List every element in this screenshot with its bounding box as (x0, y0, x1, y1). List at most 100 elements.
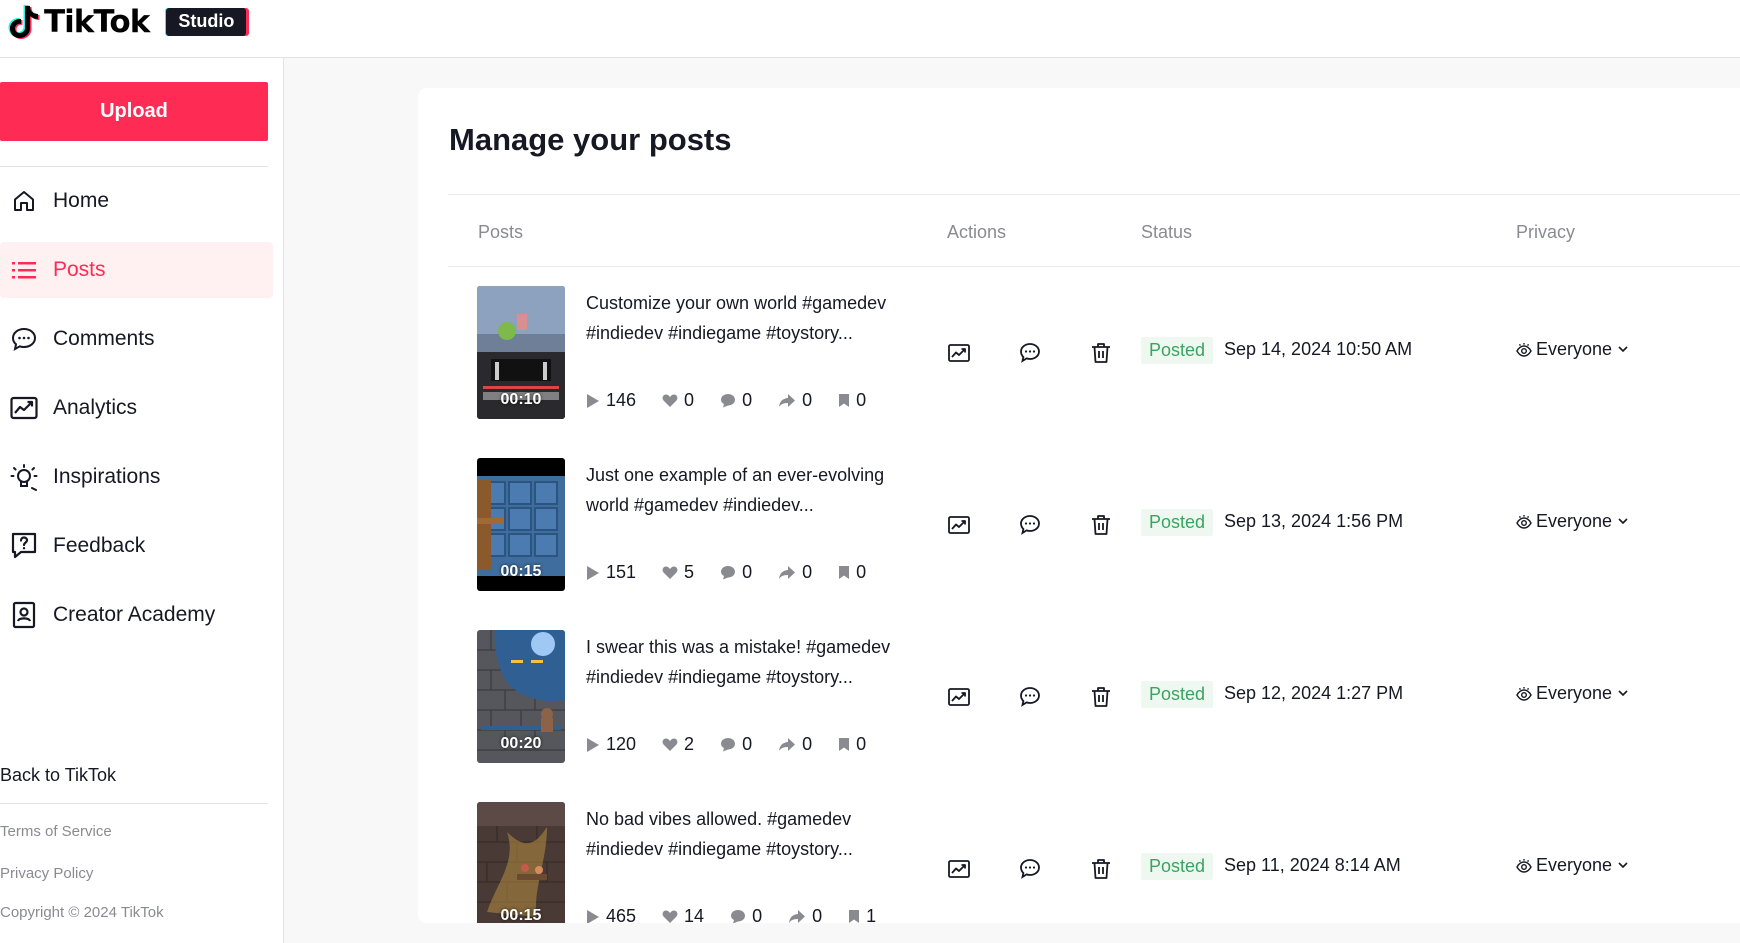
sidebar-divider (0, 166, 268, 167)
comments-action-button[interactable] (1016, 339, 1044, 367)
share-icon (789, 910, 806, 923)
comments-stat: 0 (720, 562, 752, 583)
comments-action-button[interactable] (1016, 683, 1044, 711)
column-header-posts: Posts (478, 222, 524, 242)
delete-action-button[interactable] (1087, 339, 1115, 367)
eye-icon (1516, 342, 1532, 357)
views-stat: 151 (586, 562, 636, 583)
manage-posts-panel: Manage your posts Posts Actions Status P… (418, 88, 1740, 923)
shares-count: 0 (812, 906, 823, 923)
privacy-dropdown[interactable]: Everyone (1516, 339, 1632, 360)
likes-count: 14 (684, 906, 705, 923)
post-date: Sep 12, 2024 1:27 PM (1224, 683, 1404, 703)
table-row: 00:15 No bad vibes allowed. #gamedev #in… (418, 802, 1740, 923)
tiktok-studio-logo[interactable]: TikTok Studio (8, 2, 247, 42)
views-count: 465 (606, 906, 637, 923)
caption-line: Customize your own world #gamedev (586, 293, 887, 313)
analytics-action-button[interactable] (945, 511, 973, 539)
analytics-icon (10, 394, 38, 422)
sidebar-item-label: Inspirations (53, 465, 161, 488)
top-bar: TikTok Studio (0, 0, 1740, 58)
sidebar-item-posts[interactable]: Posts (0, 242, 273, 298)
sidebar-item-analytics[interactable]: Analytics (0, 380, 273, 436)
delete-action-button[interactable] (1087, 511, 1115, 539)
privacy-dropdown[interactable]: Everyone (1516, 683, 1632, 704)
post-caption[interactable]: No bad vibes allowed. #gamedev #indiedev… (586, 804, 906, 864)
post-stats: 120 2 0 0 0 (586, 734, 892, 755)
video-thumbnail[interactable]: 00:15 (477, 458, 565, 591)
analytics-icon (948, 688, 970, 706)
sidebar-item-creator-academy[interactable]: Creator Academy (0, 587, 273, 643)
video-duration: 00:15 (500, 907, 542, 923)
comment-bubble-icon (721, 566, 736, 580)
heart-icon (662, 910, 678, 923)
back-to-tiktok-link[interactable]: Back to TikTok (0, 765, 116, 786)
sidebar-item-home[interactable]: Home (0, 173, 273, 229)
caption-line: #indiedev #indiegame #toystory... (586, 839, 853, 859)
shares-stat: 0 (778, 562, 812, 583)
privacy-value: Everyone (1536, 683, 1613, 703)
sidebar-item-label: Feedback (53, 534, 146, 557)
terms-of-service-link[interactable]: Terms of Service (0, 823, 112, 840)
privacy-dropdown[interactable]: Everyone (1516, 855, 1632, 876)
chevron-down-icon (1618, 518, 1628, 525)
analytics-action-button[interactable] (945, 683, 973, 711)
sidebar-item-inspirations[interactable]: Inspirations (0, 449, 273, 505)
table-row: 00:20 I swear this was a mistake! #gamed… (418, 630, 1740, 802)
privacy-value: Everyone (1536, 511, 1613, 531)
saves-count: 0 (856, 734, 867, 754)
caption-line: world #gamedev #indiedev... (586, 495, 814, 515)
video-duration: 00:10 (500, 391, 542, 408)
list-icon (10, 256, 38, 284)
chevron-down-icon (1618, 346, 1628, 353)
eye-icon (1516, 686, 1532, 701)
feedback-icon (10, 532, 38, 560)
post-date: Sep 11, 2024 8:14 AM (1224, 855, 1401, 875)
comment-bubble-icon (731, 910, 746, 923)
comment-bubble-icon (721, 738, 736, 752)
status-badge: Posted (1141, 509, 1214, 536)
privacy-value: Everyone (1536, 855, 1613, 875)
saves-stat: 0 (838, 734, 866, 755)
video-thumbnail[interactable]: 00:15 (477, 802, 565, 923)
studio-badge: Studio (166, 8, 247, 36)
sidebar-item-label: Creator Academy (53, 603, 216, 626)
trash-icon (1092, 515, 1110, 535)
sidebar-item-comments[interactable]: Comments (0, 311, 273, 367)
bookmark-icon (839, 738, 850, 751)
video-thumbnail[interactable]: 00:10 (477, 286, 565, 419)
video-duration: 00:20 (500, 735, 542, 752)
post-caption[interactable]: Just one example of an ever-evolving wor… (586, 460, 906, 520)
shares-stat: 0 (778, 390, 812, 411)
likes-stat: 2 (662, 734, 694, 755)
post-caption[interactable]: I swear this was a mistake! #gamedev #in… (586, 632, 906, 692)
trash-icon (1092, 343, 1110, 363)
post-caption[interactable]: Customize your own world #gamedev #indie… (586, 288, 906, 348)
privacy-dropdown[interactable]: Everyone (1516, 511, 1632, 532)
analytics-action-button[interactable] (945, 855, 973, 883)
upload-button[interactable]: Upload (0, 82, 268, 141)
column-header-status: Status (1141, 222, 1193, 242)
views-count: 151 (606, 562, 637, 582)
trash-icon (1092, 859, 1110, 879)
views-count: 146 (606, 390, 637, 410)
comments-action-button[interactable] (1016, 855, 1044, 883)
comments-action-button[interactable] (1016, 511, 1044, 539)
shares-count: 0 (802, 562, 813, 582)
analytics-action-button[interactable] (945, 339, 973, 367)
sidebar-item-feedback[interactable]: Feedback (0, 518, 273, 574)
bookmark-icon (849, 910, 860, 923)
trash-icon (1092, 687, 1110, 707)
delete-action-button[interactable] (1087, 683, 1115, 711)
post-stats: 146 0 0 0 0 (586, 390, 892, 411)
comments-count: 0 (742, 390, 753, 410)
comments-stat: 0 (730, 906, 762, 923)
sidebar-item-label: Home (53, 189, 110, 212)
delete-action-button[interactable] (1087, 855, 1115, 883)
chevron-down-icon (1618, 690, 1628, 697)
table-row: 00:10 Customize your own world #gamedev … (418, 286, 1740, 458)
video-thumbnail[interactable]: 00:20 (477, 630, 565, 763)
comment-icon (1020, 687, 1040, 707)
privacy-policy-link[interactable]: Privacy Policy (0, 865, 93, 882)
home-icon (10, 187, 38, 215)
